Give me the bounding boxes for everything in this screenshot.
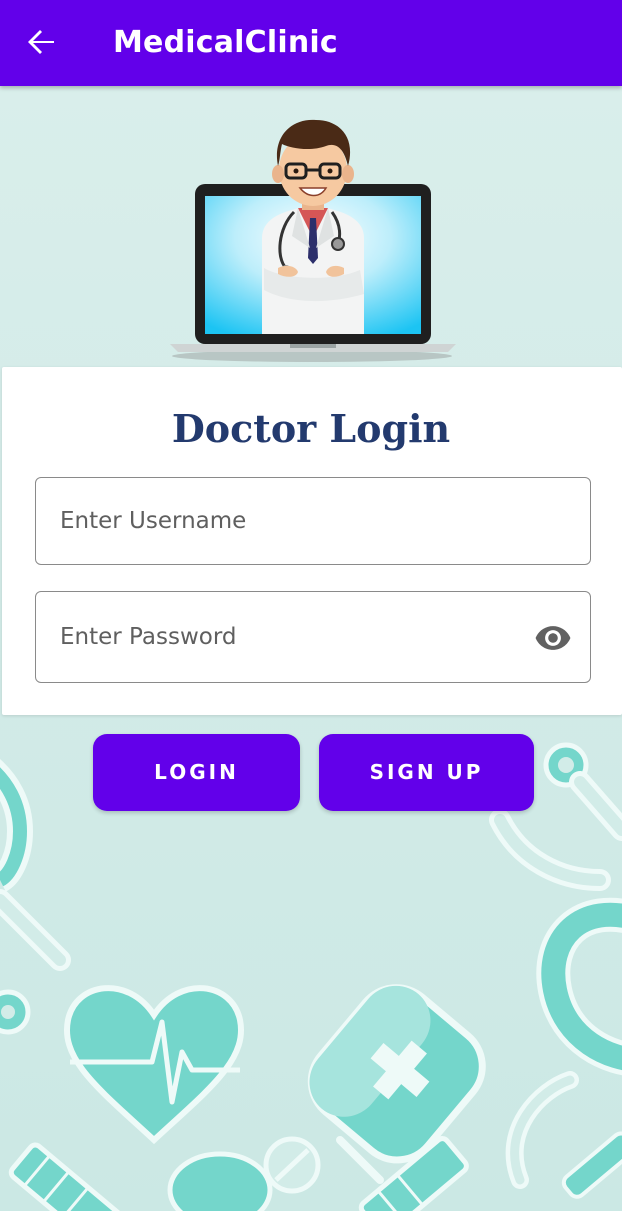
username-field[interactable] <box>35 477 591 565</box>
arrow-left-icon <box>28 30 54 54</box>
login-button[interactable]: LOGIN <box>93 734 300 811</box>
password-field[interactable] <box>35 591 591 683</box>
toggle-password-visibility-button[interactable] <box>534 619 572 657</box>
sign-up-button[interactable]: SIGN UP <box>319 734 534 811</box>
username-input[interactable] <box>60 478 530 564</box>
doctor-laptop-illustration <box>170 119 456 362</box>
app-bar: MedicalClinic <box>0 0 622 86</box>
password-input[interactable] <box>60 592 530 682</box>
page-title: Doctor Login <box>171 406 451 451</box>
app-title: MedicalClinic <box>113 25 338 60</box>
eye-icon <box>535 626 571 650</box>
back-button[interactable] <box>20 22 64 66</box>
